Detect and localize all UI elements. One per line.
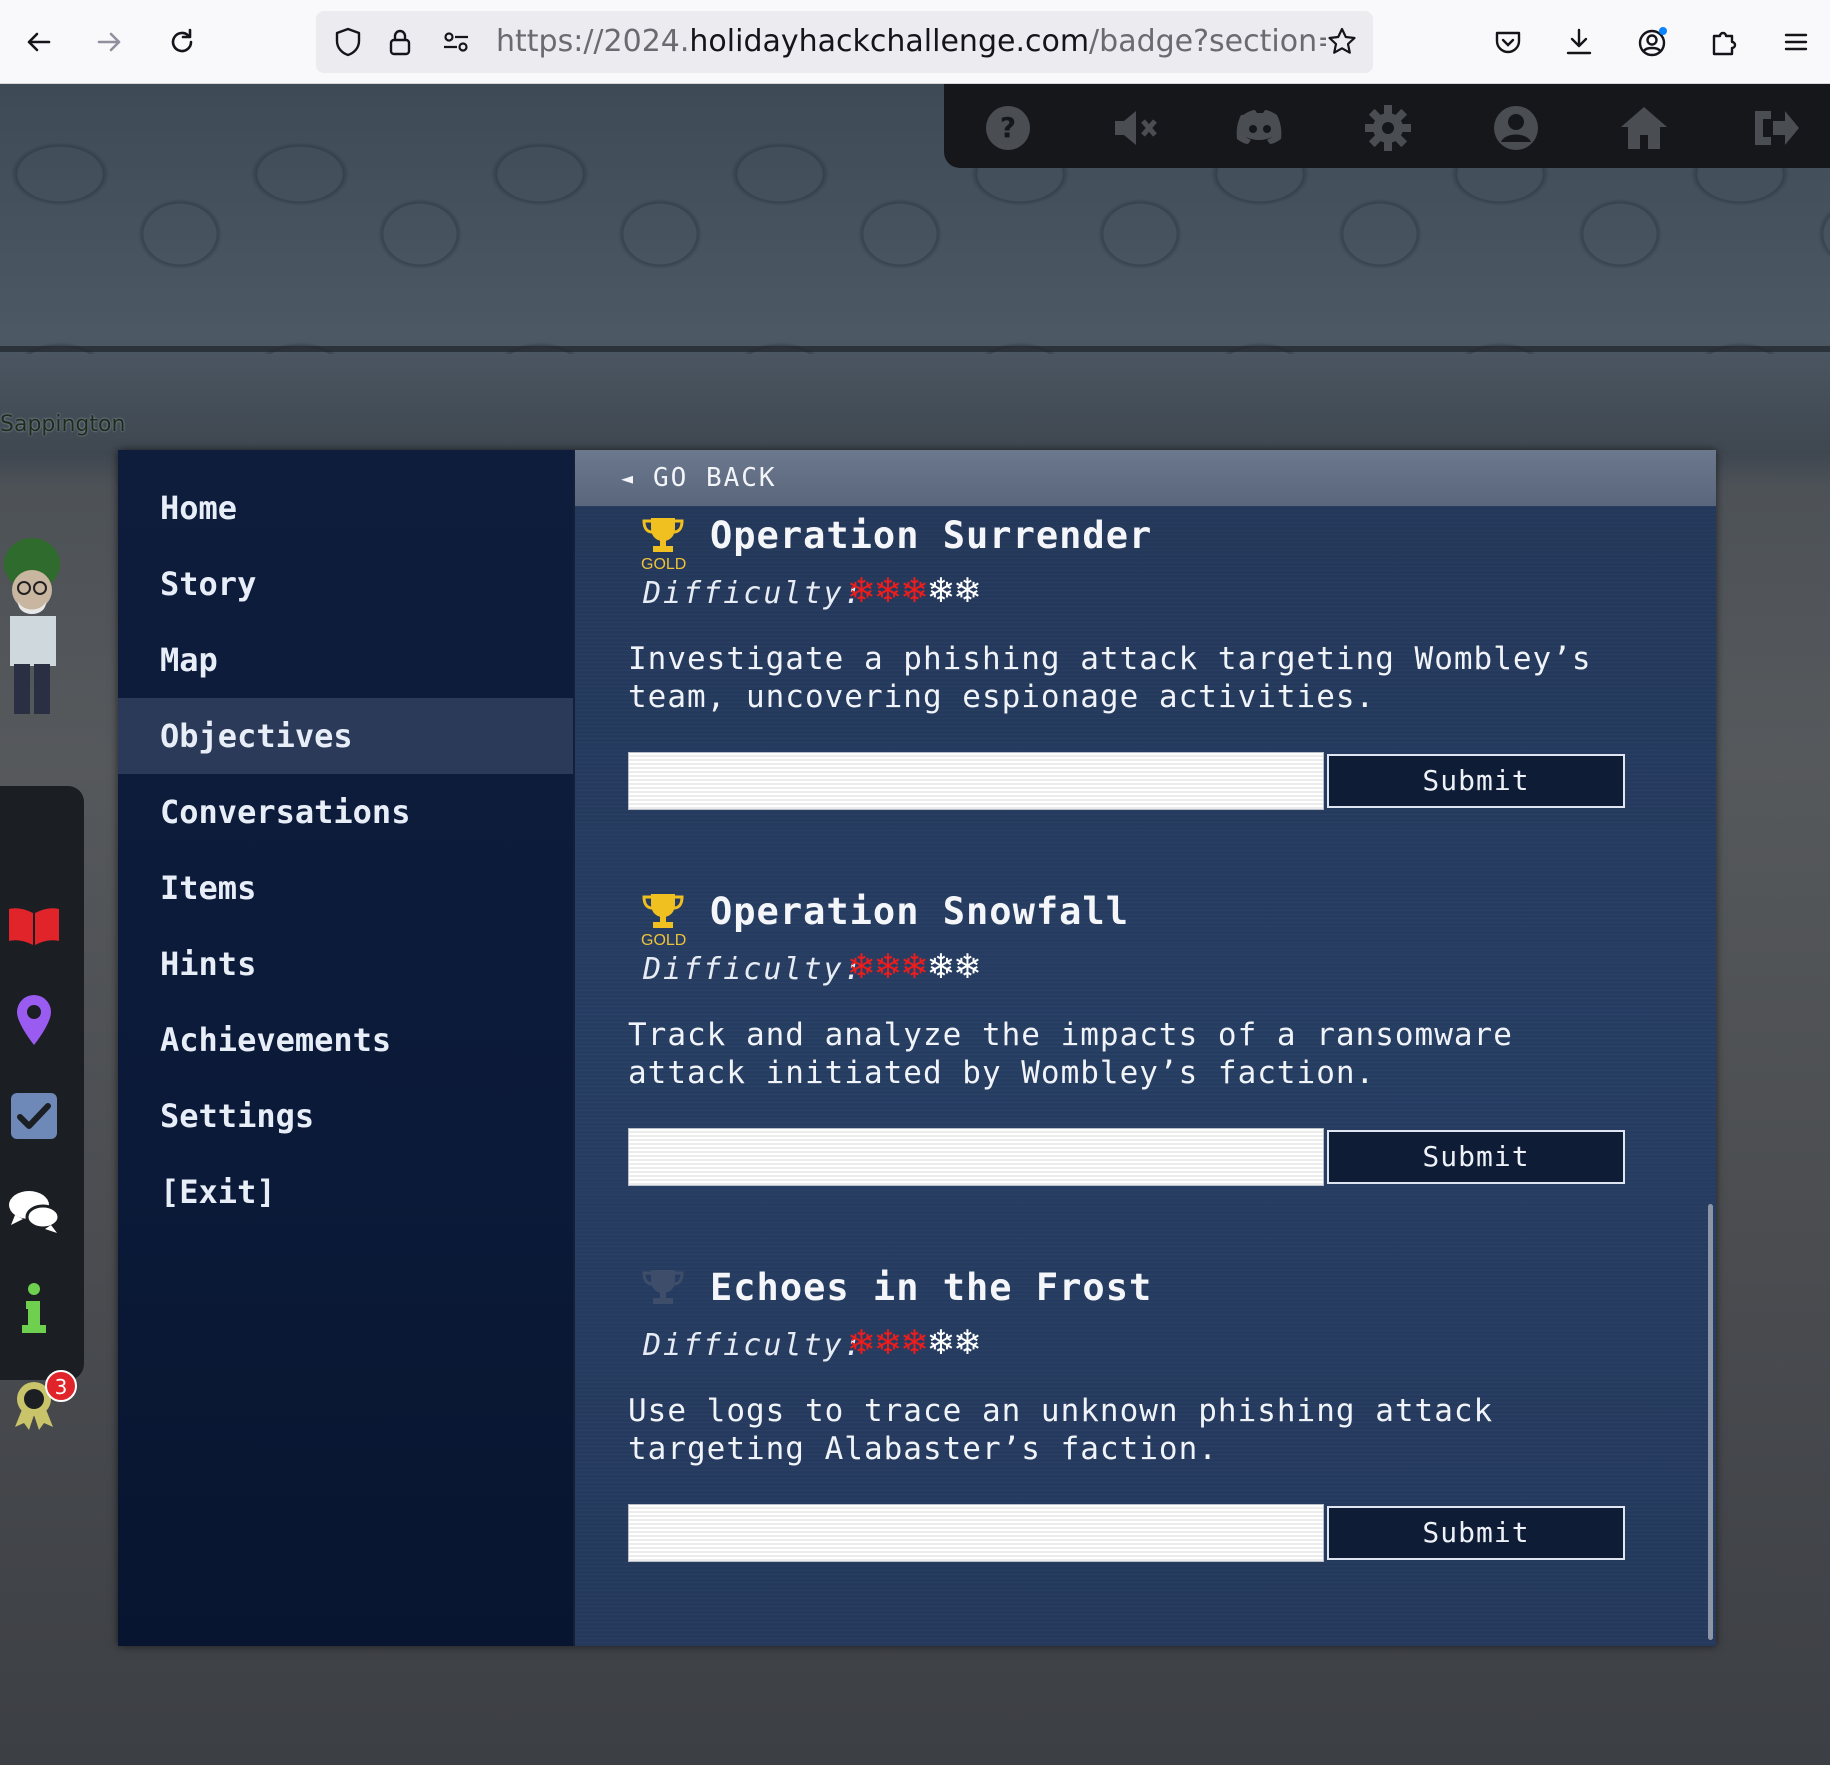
objective-title: Operation Surrender xyxy=(710,514,1153,557)
menu-icon[interactable] xyxy=(1776,22,1816,62)
nav-item-exit[interactable]: [Exit] xyxy=(118,1154,573,1230)
snowflake-filled-icon: ❄ xyxy=(847,1323,876,1363)
submit-button[interactable]: Submit xyxy=(1327,754,1625,808)
permissions-icon[interactable] xyxy=(440,26,472,58)
nav-item-objectives[interactable]: Objectives xyxy=(118,698,573,774)
lock-icon[interactable] xyxy=(384,26,416,58)
snowflake-empty-icon: ❄ xyxy=(953,571,982,611)
npc-name-label: Sappington xyxy=(0,412,126,437)
trophy-tier-label: GOLD xyxy=(641,556,687,573)
bookmark-star-icon[interactable] xyxy=(1326,26,1358,58)
discord-icon[interactable] xyxy=(1234,102,1286,154)
logout-icon[interactable] xyxy=(1750,102,1802,154)
snowflake-empty-icon: ❄ xyxy=(953,1323,982,1363)
help-icon[interactable]: ? xyxy=(982,102,1034,154)
forward-arrow-icon[interactable] xyxy=(90,22,130,62)
badge-book-icon[interactable] xyxy=(6,898,62,954)
chat-icon[interactable] xyxy=(6,1184,62,1240)
map-pin-icon[interactable] xyxy=(6,992,62,1048)
objective-description: Investigate a phishing attack targeting … xyxy=(628,641,1592,715)
objective-title: Operation Snowfall xyxy=(710,890,1129,933)
achievement-count-badge: 3 xyxy=(45,1370,77,1402)
shield-icon[interactable] xyxy=(332,26,364,58)
url-bar[interactable]: https://2024.holidayhackchallenge.com/ba… xyxy=(316,11,1373,73)
submit-button[interactable]: Submit xyxy=(1327,1130,1625,1184)
content-scrollbar[interactable] xyxy=(1708,1204,1713,1640)
account-icon[interactable] xyxy=(1632,22,1672,62)
nav-item-achievements[interactable]: Achievements xyxy=(118,1002,573,1078)
nav-item-story[interactable]: Story xyxy=(118,546,573,622)
snowflake-filled-icon: ❄ xyxy=(847,571,876,611)
answer-input[interactable] xyxy=(628,1504,1324,1562)
snowflake-empty-icon: ❄ xyxy=(926,571,956,611)
reload-icon[interactable] xyxy=(162,22,202,62)
trophy-icon: GOLD xyxy=(641,892,686,949)
url-text[interactable]: https://2024.holidayhackchallenge.com/ba… xyxy=(496,24,1326,59)
snowflake-filled-icon: ❄ xyxy=(900,571,929,611)
wall-edge xyxy=(0,346,1830,352)
difficulty-rating: ❄❄❄❄❄ xyxy=(847,947,982,987)
nav-item-map[interactable]: Map xyxy=(118,622,573,698)
svg-text:?: ? xyxy=(1000,111,1016,144)
difficulty-rating: ❄❄❄❄❄ xyxy=(847,1323,982,1363)
snowflake-filled-icon: ❄ xyxy=(847,947,876,987)
snowflake-filled-icon: ❄ xyxy=(873,571,903,611)
difficulty-label: Difficulty: xyxy=(643,952,864,987)
snowflake-filled-icon: ❄ xyxy=(873,1323,903,1363)
go-back-label: GO BACK xyxy=(653,463,777,493)
url-host: holidayhackchallenge.com xyxy=(689,24,1090,59)
objective-description: Use logs to trace an unknown phishing at… xyxy=(628,1393,1494,1467)
game-left-toolbar xyxy=(0,786,84,1430)
browser-toolbar: https://2024.holidayhackchallenge.com/ba… xyxy=(0,0,1830,84)
go-back-arrow-icon: ◄ xyxy=(621,466,634,490)
answer-input[interactable] xyxy=(628,1128,1324,1186)
badge-panel: Home Story Map Objectives Conversations Items… xyxy=(118,450,1716,1646)
mute-icon[interactable] xyxy=(1110,102,1162,154)
trophy-tier-label: GOLD xyxy=(641,932,687,949)
snowflake-filled-icon: ❄ xyxy=(900,1323,929,1363)
profile-icon[interactable] xyxy=(1490,102,1542,154)
snowflake-empty-icon: ❄ xyxy=(953,947,982,987)
nav-item-home[interactable]: Home xyxy=(118,470,573,546)
answer-input[interactable] xyxy=(628,752,1324,810)
go-back-button[interactable]: ◄ GO BACK xyxy=(575,450,1716,506)
back-arrow-icon[interactable] xyxy=(18,22,58,62)
home-icon[interactable] xyxy=(1618,102,1670,154)
info-icon[interactable] xyxy=(6,1280,62,1336)
objective-description: Track and analyze the impacts of a ranso… xyxy=(628,1017,1513,1091)
difficulty-label: Difficulty: xyxy=(643,1328,864,1363)
difficulty-rating: ❄❄❄❄❄ xyxy=(847,571,982,611)
download-icon[interactable] xyxy=(1559,22,1599,62)
objective-title: Echoes in the Frost xyxy=(710,1266,1153,1309)
objectives-content: ◄ GO BACK GOLD Operation Surrender Diffi… xyxy=(575,450,1716,1646)
pocket-icon[interactable] xyxy=(1488,22,1528,62)
nav-item-hints[interactable]: Hints xyxy=(118,926,573,1002)
extensions-icon[interactable] xyxy=(1704,22,1744,62)
nav-item-items[interactable]: Items xyxy=(118,850,573,926)
npc-sprite[interactable] xyxy=(0,524,70,724)
snowflake-filled-icon: ❄ xyxy=(900,947,929,987)
submit-button[interactable]: Submit xyxy=(1327,1506,1625,1560)
url-path: /badge?section=obj xyxy=(1089,24,1326,59)
game-top-toolbar: ? xyxy=(944,84,1830,168)
nav-item-settings[interactable]: Settings xyxy=(118,1078,573,1154)
snowflake-empty-icon: ❄ xyxy=(926,947,956,987)
settings-gear-icon[interactable] xyxy=(1362,102,1414,154)
snowflake-empty-icon: ❄ xyxy=(926,1323,956,1363)
url-prefix: https://2024. xyxy=(496,24,690,59)
snowflake-filled-icon: ❄ xyxy=(873,947,903,987)
nav-item-conversations[interactable]: Conversations xyxy=(118,774,573,850)
objectives-check-icon[interactable] xyxy=(6,1088,62,1144)
trophy-icon: GOLD xyxy=(641,516,686,573)
difficulty-label: Difficulty: xyxy=(643,576,864,611)
trophy-icon xyxy=(641,1268,685,1320)
badge-side-nav: Home Story Map Objectives Conversations Items… xyxy=(118,450,573,1646)
